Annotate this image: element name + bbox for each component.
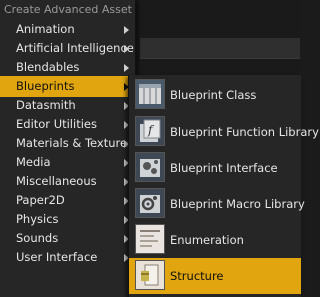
menu-item-label: Editor Utilities bbox=[16, 117, 97, 131]
submenu-item-structure[interactable]: Structure bbox=[129, 258, 301, 294]
submenu-item-label: Structure bbox=[170, 269, 224, 283]
menu-item-label: Miscellaneous bbox=[16, 174, 97, 188]
submenu-item-label: Blueprint Class bbox=[170, 88, 257, 102]
menu-item-label: Sounds bbox=[16, 231, 59, 245]
menu-item-label: Animation bbox=[16, 22, 75, 36]
submenu-item-blueprint-macro-library[interactable]: Blueprint Macro Library bbox=[129, 186, 305, 222]
submenu-arrow-icon bbox=[124, 64, 129, 72]
menu-item-blendables[interactable]: Blendables bbox=[0, 57, 135, 78]
menu-item-label: Blendables bbox=[16, 60, 80, 74]
menu-item-label: Physics bbox=[16, 212, 59, 226]
submenu-item-label: Blueprint Macro Library bbox=[170, 197, 305, 211]
menu-item-physics[interactable]: Physics bbox=[0, 209, 135, 230]
menu-item-artificial-intelligence[interactable]: Artificial Intelligence bbox=[0, 38, 135, 59]
menu-item-miscellaneous[interactable]: Miscellaneous bbox=[0, 171, 135, 192]
enumeration-icon bbox=[135, 224, 165, 254]
menu-item-label: User Interface bbox=[16, 250, 98, 264]
menu-item-label: Datasmith bbox=[16, 98, 76, 112]
menu-item-datasmith[interactable]: Datasmith bbox=[0, 95, 135, 116]
menu-item-materials-textures[interactable]: Materials & Textures bbox=[0, 133, 135, 154]
blueprint-class-icon bbox=[135, 79, 165, 109]
menu-item-label: Media bbox=[16, 155, 51, 169]
submenu-item-enumeration[interactable]: Enumeration bbox=[129, 222, 301, 258]
menu-item-label: Blueprints bbox=[16, 79, 75, 93]
menu-item-label: Materials & Textures bbox=[16, 136, 134, 150]
editor-toolbar-strip bbox=[140, 38, 300, 59]
menu-item-label: Paper2D bbox=[16, 193, 65, 207]
blueprint-function-library-icon: f bbox=[135, 116, 165, 146]
blueprint-interface-icon bbox=[135, 152, 165, 182]
menu-item-blueprints[interactable]: Blueprints bbox=[0, 76, 135, 97]
menu-item-sounds[interactable]: Sounds bbox=[0, 228, 135, 249]
submenu-item-label: Enumeration bbox=[170, 233, 244, 247]
menu-item-paper2d[interactable]: Paper2D bbox=[0, 190, 135, 211]
menu-item-editor-utilities[interactable]: Editor Utilities bbox=[0, 114, 135, 135]
menu-item-animation[interactable]: Animation bbox=[0, 19, 135, 40]
submenu-arrow-icon bbox=[124, 45, 129, 53]
create-advanced-asset-menu: Create Advanced Asset Animation Artifici… bbox=[0, 0, 136, 297]
submenu-arrow-icon bbox=[124, 26, 129, 34]
submenu-item-label: Blueprint Function Library bbox=[170, 125, 319, 139]
blueprints-submenu: Blueprint Class f Blueprint Function Lib… bbox=[128, 75, 319, 297]
submenu-item-blueprint-interface[interactable]: Blueprint Interface bbox=[129, 150, 301, 186]
structure-icon bbox=[135, 260, 165, 290]
menu-header: Create Advanced Asset bbox=[4, 3, 132, 16]
menu-item-media[interactable]: Media bbox=[0, 152, 135, 173]
menu-item-user-interface[interactable]: User Interface bbox=[0, 247, 135, 268]
menu-item-label: Artificial Intelligence bbox=[16, 41, 134, 55]
submenu-item-label: Blueprint Interface bbox=[170, 161, 278, 175]
submenu-item-blueprint-class[interactable]: Blueprint Class bbox=[129, 77, 301, 113]
submenu-item-blueprint-function-library[interactable]: f Blueprint Function Library bbox=[129, 114, 319, 150]
blueprint-macro-library-icon bbox=[135, 188, 165, 218]
